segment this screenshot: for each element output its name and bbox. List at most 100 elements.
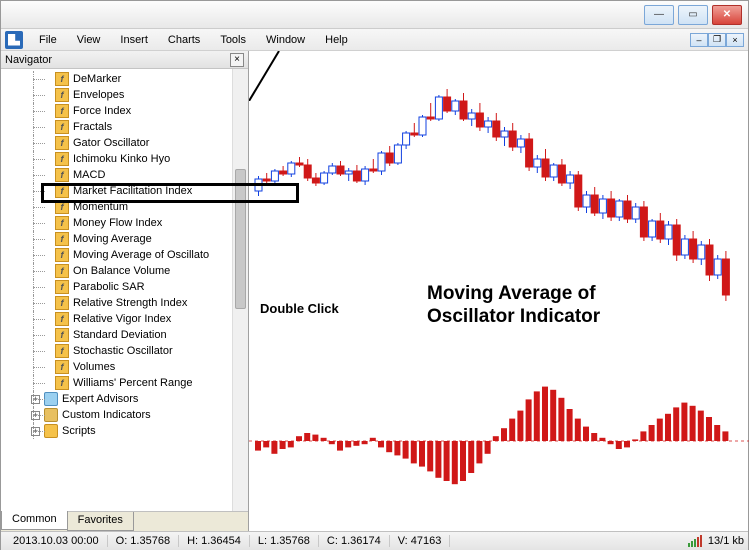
status-high: H: 1.36454 [179, 535, 250, 547]
expand-icon[interactable]: + [31, 427, 40, 436]
status-bar: 2013.10.03 00:00 O: 1.35768 H: 1.36454 L… [1, 531, 748, 550]
indicator-label: Envelopes [73, 89, 124, 101]
status-close: C: 1.36174 [319, 535, 390, 547]
indicator-label: Momentum [73, 201, 128, 213]
tab-favorites[interactable]: Favorites [67, 512, 134, 531]
indicator-item[interactable]: f Moving Average of Oscillato [3, 247, 248, 263]
indicator-item[interactable]: f Envelopes [3, 87, 248, 103]
annotation-pointer-line [249, 51, 289, 101]
tree-group[interactable]: + Custom Indicators [3, 407, 248, 423]
expand-icon[interactable]: + [31, 395, 40, 404]
indicator-label: On Balance Volume [73, 265, 170, 277]
indicator-item[interactable]: fWilliams' Percent Range [3, 375, 248, 391]
indicator-icon: f [55, 264, 69, 278]
indicator-label: Moving Average [73, 233, 152, 245]
mdi-restore-button[interactable]: ❐ [708, 33, 726, 47]
close-button[interactable]: ✕ [712, 5, 742, 25]
status-low: L: 1.35768 [250, 535, 319, 547]
indicator-label: Relative Vigor Index [73, 313, 171, 325]
mdi-close-button[interactable]: × [726, 33, 744, 47]
indicator-label: Williams' Percent Range [73, 377, 192, 389]
group-label: Expert Advisors [62, 393, 138, 405]
connection-bars-icon [688, 535, 702, 547]
indicator-item[interactable]: fRelative Strength Index [3, 295, 248, 311]
maximize-button[interactable]: ▭ [678, 5, 708, 25]
indicator-label: Parabolic SAR [73, 281, 145, 293]
indicator-label: MACD [73, 169, 105, 181]
status-volume: V: 47163 [390, 535, 451, 547]
group-icon [44, 424, 58, 438]
navigator-tree[interactable]: fDeMarkerfEnvelopesfForce IndexfFractals… [1, 69, 248, 511]
scrollbar-thumb[interactable] [235, 169, 246, 309]
mdi-minimize-button[interactable]: – [690, 33, 708, 47]
menu-help[interactable]: Help [315, 32, 358, 48]
indicator-label: Ichimoku Kinko Hyo [73, 153, 170, 165]
indicator-label: Force Index [73, 105, 131, 117]
menu-window[interactable]: Window [256, 32, 315, 48]
indicator-label: Fractals [73, 121, 112, 133]
indicator-item[interactable]: f Standard Deviation [3, 327, 248, 343]
minimize-button[interactable]: — [644, 5, 674, 25]
indicator-icon: f [55, 88, 69, 102]
menu-view[interactable]: View [67, 32, 111, 48]
navigator-close-button[interactable]: × [230, 53, 244, 67]
menu-charts[interactable]: Charts [158, 32, 210, 48]
group-label: Scripts [62, 425, 96, 437]
indicator-item[interactable]: f On Balance Volume [3, 263, 248, 279]
chart-area[interactable]: Double Click Moving Average of Oscillato… [249, 51, 748, 531]
indicator-icon: f [55, 152, 69, 166]
indicator-icon: f [55, 312, 69, 326]
indicator-item[interactable]: fMoney Flow Index [3, 215, 248, 231]
indicator-label: Standard Deviation [73, 329, 167, 341]
indicator-item[interactable]: fVolumes [3, 359, 248, 375]
indicator-icon: f [55, 216, 69, 230]
indicator-item[interactable]: f Gator Oscillator [3, 135, 248, 151]
status-transfer: 13/1 kb [708, 535, 744, 547]
navigator-title: Navigator [5, 54, 230, 66]
indicator-icon: f [55, 120, 69, 134]
indicator-icon: f [55, 168, 69, 182]
indicator-item[interactable]: f Stochastic Oscillator [3, 343, 248, 359]
tree-group[interactable]: + Expert Advisors [3, 391, 248, 407]
indicator-icon: f [55, 248, 69, 262]
navigator-panel: Navigator × fDeMarkerfEnvelopesfForce In… [1, 51, 249, 531]
indicator-label: Stochastic Oscillator [73, 345, 173, 357]
indicator-item[interactable]: fDeMarker [3, 71, 248, 87]
group-label: Custom Indicators [62, 409, 151, 421]
indicator-item[interactable]: f Parabolic SAR [3, 279, 248, 295]
indicator-icon: f [55, 280, 69, 294]
tab-common[interactable]: Common [1, 511, 68, 530]
indicator-item[interactable]: f Fractals [3, 119, 248, 135]
navigator-scrollbar[interactable] [232, 69, 248, 511]
window-titlebar: — ▭ ✕ [1, 1, 748, 29]
content-area: Navigator × fDeMarkerfEnvelopesfForce In… [1, 51, 748, 531]
indicator-item[interactable]: fForce Index [3, 103, 248, 119]
chart-canvas [249, 51, 749, 531]
status-open: O: 1.35768 [108, 535, 179, 547]
indicator-item[interactable]: f Moving Average [3, 231, 248, 247]
indicator-icon: f [55, 344, 69, 358]
tree-group[interactable]: + Scripts [3, 423, 248, 439]
menu-insert[interactable]: Insert [110, 32, 158, 48]
indicator-icon: f [55, 232, 69, 246]
expand-icon[interactable]: + [31, 411, 40, 420]
app-icon [5, 31, 23, 49]
indicator-label: Volumes [73, 361, 115, 373]
mdi-buttons: – ❐ × [690, 33, 744, 47]
indicator-label: Moving Average of Oscillato [73, 249, 209, 261]
indicator-icon: f [55, 72, 69, 86]
menu-file[interactable]: File [29, 32, 67, 48]
indicator-item[interactable]: f Relative Vigor Index [3, 311, 248, 327]
status-datetime: 2013.10.03 00:00 [5, 535, 108, 547]
indicator-icon: f [55, 296, 69, 310]
indicator-icon: f [55, 328, 69, 342]
indicator-item[interactable]: f MACD [3, 167, 248, 183]
group-icon [44, 408, 58, 422]
indicator-label: Gator Oscillator [73, 137, 149, 149]
indicator-item[interactable]: fMarket Facilitation Index [3, 183, 248, 199]
menu-tools[interactable]: Tools [210, 32, 256, 48]
indicator-item[interactable]: fMomentum [3, 199, 248, 215]
group-icon [44, 392, 58, 406]
indicator-item[interactable]: f Ichimoku Kinko Hyo [3, 151, 248, 167]
indicator-icon: f [55, 136, 69, 150]
